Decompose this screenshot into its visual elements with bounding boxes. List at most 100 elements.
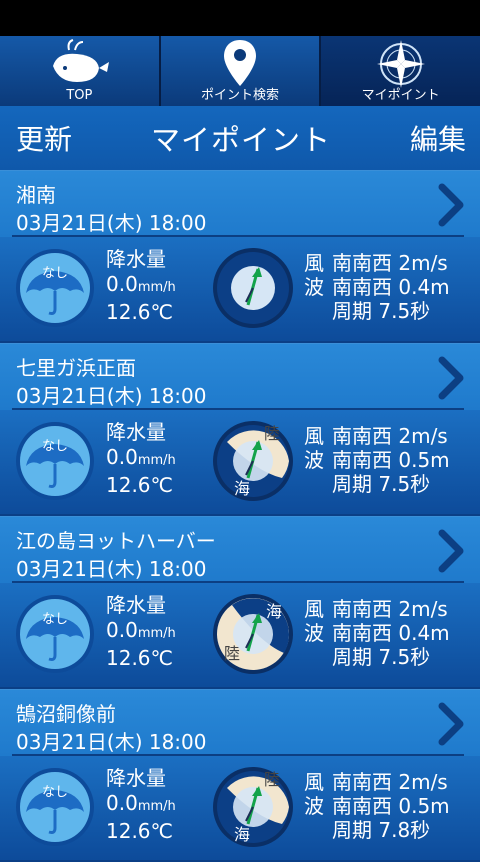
point-datetime: 03月21日(木) 18:00	[16, 211, 207, 235]
temperature: 12.6℃	[106, 300, 173, 324]
wind-compass-icon: 陸 海	[213, 767, 293, 847]
edit-button[interactable]: 編集	[410, 118, 466, 158]
wave-value: 南南西 0.5m	[332, 794, 450, 818]
wind-label: 風	[304, 597, 324, 621]
whale-icon	[53, 39, 110, 82]
point-card[interactable]: 鵠沼銅像前 03月21日(木) 18:00 なし 降水量 0.0mm/h 12.…	[0, 689, 480, 862]
wind-label: 風	[304, 424, 324, 448]
point-datetime: 03月21日(木) 18:00	[16, 384, 207, 408]
point-name: 七里ガ浜正面	[16, 356, 136, 380]
wind-wave-block: 風南南西 2m/s 波南南西 0.4m 周期 7.5秒	[304, 597, 450, 669]
wind-value: 南南西 2m/s	[332, 424, 448, 448]
precip-unit: mm/h	[137, 626, 176, 641]
umbrella-icon: なし	[16, 422, 94, 500]
point-name: 湘南	[16, 183, 56, 207]
point-card-body: なし 降水量 0.0mm/h 12.6℃ 海 陸 風南南西 2m/s 波南南西	[0, 583, 480, 687]
wind-wave-block: 風南南西 2m/s 波南南西 0.5m 周期 7.5秒	[304, 424, 450, 496]
wave-value: 南南西 0.5m	[332, 448, 450, 472]
wave-period: 周期 7.8秒	[332, 818, 431, 842]
precip-value: 0.0	[106, 791, 138, 815]
nav-mypoint-label: マイポイント	[361, 88, 440, 103]
chevron-right-icon[interactable]	[436, 356, 466, 400]
wind-label: 風	[304, 251, 324, 275]
point-name: 江の島ヨットハーバー	[16, 529, 216, 553]
sea-label: 海	[234, 479, 250, 498]
wave-label: 波	[304, 794, 324, 818]
point-card[interactable]: 湘南 03月21日(木) 18:00 なし 降水量 0.0mm/h 12.6℃	[0, 170, 480, 343]
point-list: 湘南 03月21日(木) 18:00 なし 降水量 0.0mm/h 12.6℃	[0, 170, 480, 862]
wave-period: 周期 7.5秒	[332, 645, 431, 669]
map-pin-icon	[224, 40, 256, 86]
temperature: 12.6℃	[106, 473, 173, 497]
precip-value: 0.0	[106, 272, 138, 296]
umbrella-icon: なし	[16, 768, 94, 846]
nav-search-button[interactable]: ポイント検索	[160, 36, 322, 106]
wind-value: 南南西 2m/s	[332, 770, 448, 794]
wind-compass-icon	[213, 248, 293, 328]
chevron-right-icon[interactable]	[436, 702, 466, 746]
wave-period: 周期 7.5秒	[332, 299, 431, 323]
top-navigation: TOP ポイント検索 マイポイント	[0, 36, 480, 106]
umbrella-icon: なし	[16, 595, 94, 673]
nav-mypoint-button[interactable]: マイポイント	[321, 36, 480, 106]
umbrella-icon: なし	[16, 249, 94, 327]
precip-unit: mm/h	[137, 280, 176, 295]
point-name: 鵠沼銅像前	[16, 702, 116, 726]
point-card-body: なし 降水量 0.0mm/h 12.6℃ 陸 海 風南南西 2m/s 波南南西	[0, 756, 480, 860]
wind-wave-block: 風南南西 2m/s 波南南西 0.5m 周期 7.8秒	[304, 770, 450, 842]
land-label: 陸	[264, 770, 280, 789]
status-bar	[0, 0, 480, 36]
precip-unit: mm/h	[137, 453, 176, 468]
wave-period: 周期 7.5秒	[332, 472, 431, 496]
sea-label: 海	[234, 825, 250, 844]
land-label: 陸	[264, 424, 280, 443]
point-card[interactable]: 江の島ヨットハーバー 03月21日(木) 18:00 なし 降水量 0.0mm/…	[0, 516, 480, 689]
precip-unit: mm/h	[137, 799, 176, 814]
point-card[interactable]: 七里ガ浜正面 03月21日(木) 18:00 なし 降水量 0.0mm/h 12…	[0, 343, 480, 516]
wind-wave-block: 風南南西 2m/s 波南南西 0.4m 周期 7.5秒	[304, 251, 450, 323]
compass-rose-icon	[376, 40, 425, 88]
point-datetime: 03月21日(木) 18:00	[16, 730, 207, 754]
sea-label: 海	[266, 602, 282, 621]
chevron-right-icon[interactable]	[436, 183, 466, 227]
precip-value: 0.0	[106, 618, 138, 642]
wave-label: 波	[304, 275, 324, 299]
weather-badge-text: なし	[42, 612, 68, 627]
point-card-header[interactable]: 湘南 03月21日(木) 18:00	[0, 171, 480, 237]
precip-block: 降水量 0.0mm/h 12.6℃	[106, 766, 176, 844]
wave-label: 波	[304, 621, 324, 645]
nav-top-label: TOP	[66, 88, 93, 103]
wind-label: 風	[304, 770, 324, 794]
wind-value: 南南西 2m/s	[332, 597, 448, 621]
title-bar: 更新 マイポイント 編集	[0, 106, 480, 170]
point-card-header[interactable]: 江の島ヨットハーバー 03月21日(木) 18:00	[0, 517, 480, 583]
nav-search-label: ポイント検索	[201, 88, 280, 103]
weather-badge-text: なし	[42, 785, 68, 800]
precip-block: 降水量 0.0mm/h 12.6℃	[106, 420, 176, 498]
point-card-body: なし 降水量 0.0mm/h 12.6℃ 陸 海 風南南西 2m/s 波南南西	[0, 410, 480, 514]
point-card-body: なし 降水量 0.0mm/h 12.6℃ 風南南西 2m/s 波南南西 0.4m…	[0, 237, 480, 341]
precip-label: 降水量	[106, 593, 166, 617]
point-datetime: 03月21日(木) 18:00	[16, 557, 207, 581]
nav-top-button[interactable]: TOP	[0, 36, 161, 106]
point-card-header[interactable]: 七里ガ浜正面 03月21日(木) 18:00	[0, 344, 480, 410]
wind-value: 南南西 2m/s	[332, 251, 448, 275]
wave-value: 南南西 0.4m	[332, 621, 450, 645]
point-card-header[interactable]: 鵠沼銅像前 03月21日(木) 18:00	[0, 690, 480, 756]
wind-compass-icon: 陸 海	[213, 421, 293, 501]
temperature: 12.6℃	[106, 646, 173, 670]
weather-badge-text: なし	[42, 266, 68, 281]
precip-value: 0.0	[106, 445, 138, 469]
precip-label: 降水量	[106, 766, 166, 790]
precip-label: 降水量	[106, 420, 166, 444]
land-label: 陸	[224, 644, 240, 663]
page-title: マイポイント	[150, 123, 331, 157]
wave-value: 南南西 0.4m	[332, 275, 450, 299]
temperature: 12.6℃	[106, 819, 173, 843]
precip-block: 降水量 0.0mm/h 12.6℃	[106, 247, 176, 325]
precip-label: 降水量	[106, 247, 166, 271]
wave-label: 波	[304, 448, 324, 472]
refresh-button[interactable]: 更新	[16, 118, 72, 158]
precip-block: 降水量 0.0mm/h 12.6℃	[106, 593, 176, 671]
chevron-right-icon[interactable]	[436, 529, 466, 573]
